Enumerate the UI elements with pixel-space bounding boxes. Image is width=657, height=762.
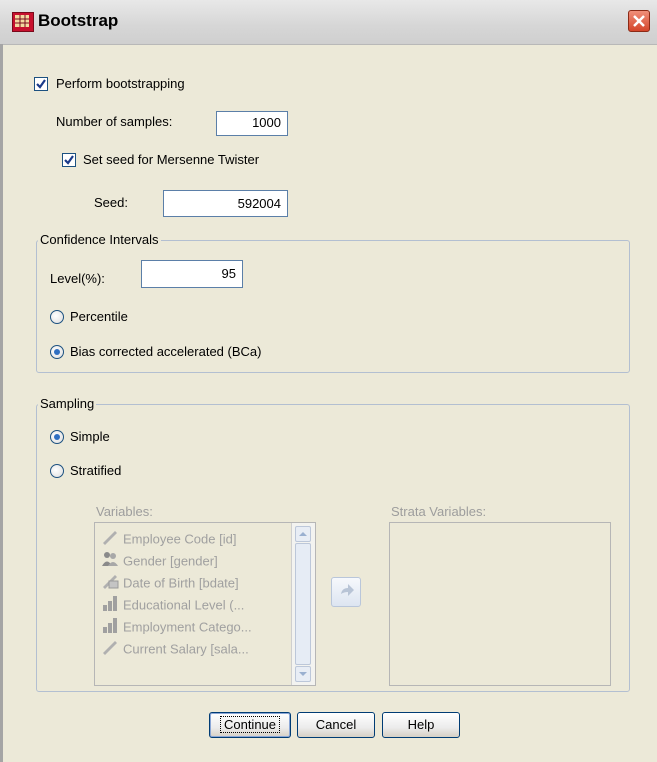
bca-label: Bias corrected accelerated (BCa) [70, 344, 262, 359]
scroll-up-icon[interactable] [295, 526, 311, 542]
continue-button[interactable]: Continue [209, 712, 291, 738]
continue-label: Continue [219, 716, 281, 733]
date-scale-icon [101, 573, 119, 595]
perform-bootstrapping-label: Perform bootstrapping [56, 76, 185, 91]
number-of-samples-label: Number of samples: [56, 114, 173, 129]
list-item[interactable]: Employment Catego... [101, 617, 252, 637]
variable-label: Gender [gender] [123, 553, 218, 569]
number-of-samples-input[interactable]: 1000 [216, 111, 288, 136]
scale-ruler-icon [101, 639, 119, 661]
bca-radio[interactable] [50, 345, 64, 359]
scroll-down-icon[interactable] [295, 666, 311, 682]
confidence-intervals-title: Confidence Intervals [38, 232, 161, 247]
cancel-button[interactable]: Cancel [297, 712, 375, 738]
level-input[interactable]: 95 [141, 260, 243, 288]
variables-scrollbar[interactable] [291, 523, 315, 685]
strata-variables-label: Strata Variables: [391, 504, 487, 519]
scale-ruler-icon [101, 529, 119, 551]
simple-label: Simple [70, 429, 110, 444]
seed-label: Seed: [94, 195, 128, 210]
simple-radio[interactable] [50, 430, 64, 444]
title-bar: Bootstrap [0, 0, 657, 45]
variable-label: Educational Level (... [123, 597, 245, 613]
percentile-radio[interactable] [50, 310, 64, 324]
list-item[interactable]: Date of Birth [bdate] [101, 573, 239, 593]
perform-bootstrapping-checkbox[interactable] [34, 77, 48, 91]
arrow-right-icon [332, 584, 360, 609]
window-border [0, 44, 3, 762]
list-item[interactable]: Gender [gender] [101, 551, 218, 571]
spss-app-icon [12, 12, 34, 32]
window-title: Bootstrap [38, 11, 119, 30]
ordinal-bars-icon [101, 595, 119, 617]
ordinal-bars-icon [101, 617, 119, 639]
list-item[interactable]: Educational Level (... [101, 595, 244, 615]
level-label: Level(%): [50, 271, 105, 286]
variable-label: Date of Birth [bdate] [123, 575, 239, 591]
list-item[interactable]: Employee Code [id] [101, 529, 236, 549]
sampling-title: Sampling [38, 396, 97, 411]
nominal-people-icon [101, 551, 119, 573]
variable-label: Employment Catego... [123, 619, 252, 635]
stratified-label: Stratified [70, 463, 122, 478]
variables-listbox[interactable]: Employee Code [id] Gender [gender] Date … [94, 522, 316, 686]
move-to-strata-button[interactable] [331, 577, 361, 607]
variable-label: Current Salary [sala... [123, 641, 249, 657]
close-icon[interactable] [628, 10, 650, 32]
set-seed-checkbox[interactable] [62, 153, 76, 167]
stratified-radio[interactable] [50, 464, 64, 478]
strata-variables-listbox[interactable] [389, 522, 611, 686]
set-seed-label: Set seed for Mersenne Twister [83, 152, 260, 167]
help-button[interactable]: Help [382, 712, 460, 738]
list-item[interactable]: Current Salary [sala... [101, 639, 249, 659]
scroll-thumb[interactable] [295, 543, 311, 665]
variable-label: Employee Code [id] [123, 531, 237, 547]
percentile-label: Percentile [70, 309, 128, 324]
seed-input[interactable]: 592004 [163, 190, 288, 217]
variables-label: Variables: [96, 504, 153, 519]
